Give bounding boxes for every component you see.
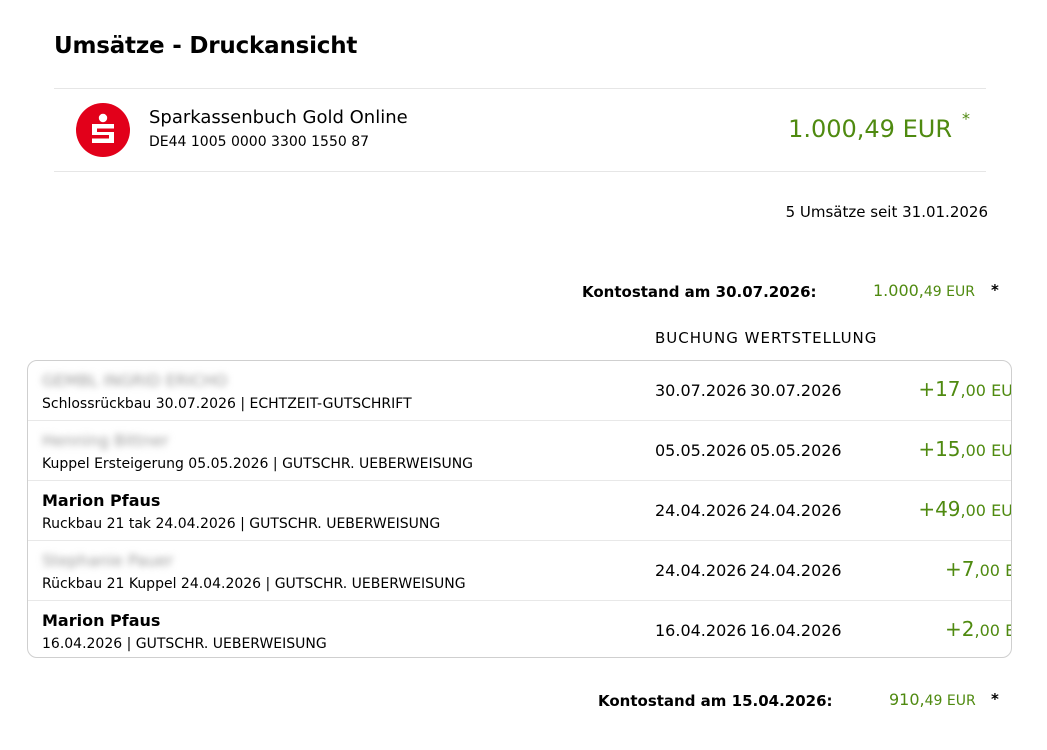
transaction-count: 5 Umsätze seit 31.01.2026 — [785, 203, 988, 221]
value-date: 05.05.2026 — [750, 441, 842, 460]
page-title: Umsätze - Druckansicht — [54, 33, 358, 59]
transaction-name: Marion Pfaus — [42, 491, 161, 510]
transaction-name: GEMBL INGRID ERICHO — [42, 371, 228, 390]
table-row[interactable]: Henning Bittner Kuppel Ersteigerung 05.05… — [28, 421, 1011, 481]
transaction-amount: +2,00 EUR — [945, 617, 1011, 641]
amount-integer: +49 — [918, 497, 961, 521]
value-date: 30.07.2026 — [750, 381, 842, 400]
account-name: Sparkassenbuch Gold Online — [149, 107, 408, 128]
transaction-description: Ruckbau 21 tak 24.04.2026 | GUTSCHR. UEB… — [42, 516, 441, 532]
closing-balance-mark: * — [991, 690, 999, 708]
opening-balance-int: 1.000, — [873, 281, 924, 300]
booking-date: 16.04.2026 — [655, 621, 747, 640]
transaction-name: Stephanie Pauer — [42, 551, 174, 570]
transaction-list: GEMBL INGRID ERICHO Schlossrückbau 30.07.… — [27, 360, 1012, 658]
amount-decimal: ,00 EUR — [974, 561, 1011, 580]
transaction-name: Marion Pfaus — [42, 611, 161, 630]
balance-footnote-mark: * — [962, 109, 970, 128]
opening-balance-dec: 49 EUR — [923, 284, 975, 300]
opening-balance-label: Kontostand am 30.07.2026: — [582, 283, 817, 301]
table-row[interactable]: Stephanie Pauer Rückbau 21 Kuppel 24.04.2… — [28, 541, 1011, 601]
amount-decimal: ,00 EUR — [960, 441, 1012, 460]
table-row[interactable]: Marion Pfaus 16.04.2026 | GUTSCHR. UEBERW… — [28, 601, 1011, 657]
booking-date: 30.07.2026 — [655, 381, 747, 400]
transaction-description: Rückbau 21 Kuppel 24.04.2026 | GUTSCHR. … — [42, 576, 466, 592]
transaction-amount: +17,00 EUR — [918, 377, 1012, 401]
column-booking: BUCHUNG — [655, 329, 739, 347]
booking-date: 05.05.2026 — [655, 441, 747, 460]
closing-balance-int: 910, — [889, 690, 925, 709]
booking-date: 24.04.2026 — [655, 561, 747, 580]
amount-integer: +7 — [945, 557, 975, 581]
closing-balance-value: 910,49 EUR — [889, 690, 976, 709]
transaction-name: Henning Bittner — [42, 431, 169, 450]
opening-balance-mark: * — [991, 281, 999, 299]
column-value-date: WERTSTELLUNG — [744, 329, 878, 347]
booking-date: 24.04.2026 — [655, 501, 747, 520]
transaction-description: 16.04.2026 | GUTSCHR. UEBERWEISUNG — [42, 636, 327, 652]
table-row[interactable]: GEMBL INGRID ERICHO Schlossrückbau 30.07.… — [28, 361, 1011, 421]
transaction-description: Kuppel Ersteigerung 05.05.2026 | GUTSCHR… — [42, 456, 474, 472]
value-date: 16.04.2026 — [750, 621, 842, 640]
closing-balance-label: Kontostand am 15.04.2026: — [598, 692, 833, 710]
transaction-amount: +49,00 EUR — [918, 497, 1012, 521]
account-iban: DE44 1005 0000 3300 1550 87 — [149, 134, 370, 150]
column-headers: BUCHUNG WERTSTELLUNG — [655, 329, 877, 347]
amount-integer: +2 — [945, 617, 975, 641]
amount-decimal: ,00 EUR — [960, 381, 1012, 400]
value-date: 24.04.2026 — [750, 561, 842, 580]
amount-integer: +17 — [918, 377, 961, 401]
amount-decimal: ,00 EUR — [974, 621, 1011, 640]
opening-balance-value: 1.000,49 EUR — [873, 281, 975, 300]
account-balance: 1.000,49 EUR — [788, 115, 952, 143]
account-header: Sparkassenbuch Gold Online DE44 1005 000… — [54, 88, 986, 172]
sparkasse-s-icon — [76, 103, 130, 157]
transaction-amount: +15,00 EUR — [918, 437, 1012, 461]
amount-decimal: ,00 EUR — [960, 501, 1012, 520]
closing-balance-dec: 49 EUR — [924, 693, 976, 709]
transaction-amount: +7,00 EUR — [945, 557, 1011, 581]
transaction-description: Schlossrückbau 30.07.2026 | ECHTZEIT-GUT… — [42, 396, 412, 412]
table-row[interactable]: Marion Pfaus Ruckbau 21 tak 24.04.2026 | … — [28, 481, 1011, 541]
amount-integer: +15 — [918, 437, 961, 461]
value-date: 24.04.2026 — [750, 501, 842, 520]
